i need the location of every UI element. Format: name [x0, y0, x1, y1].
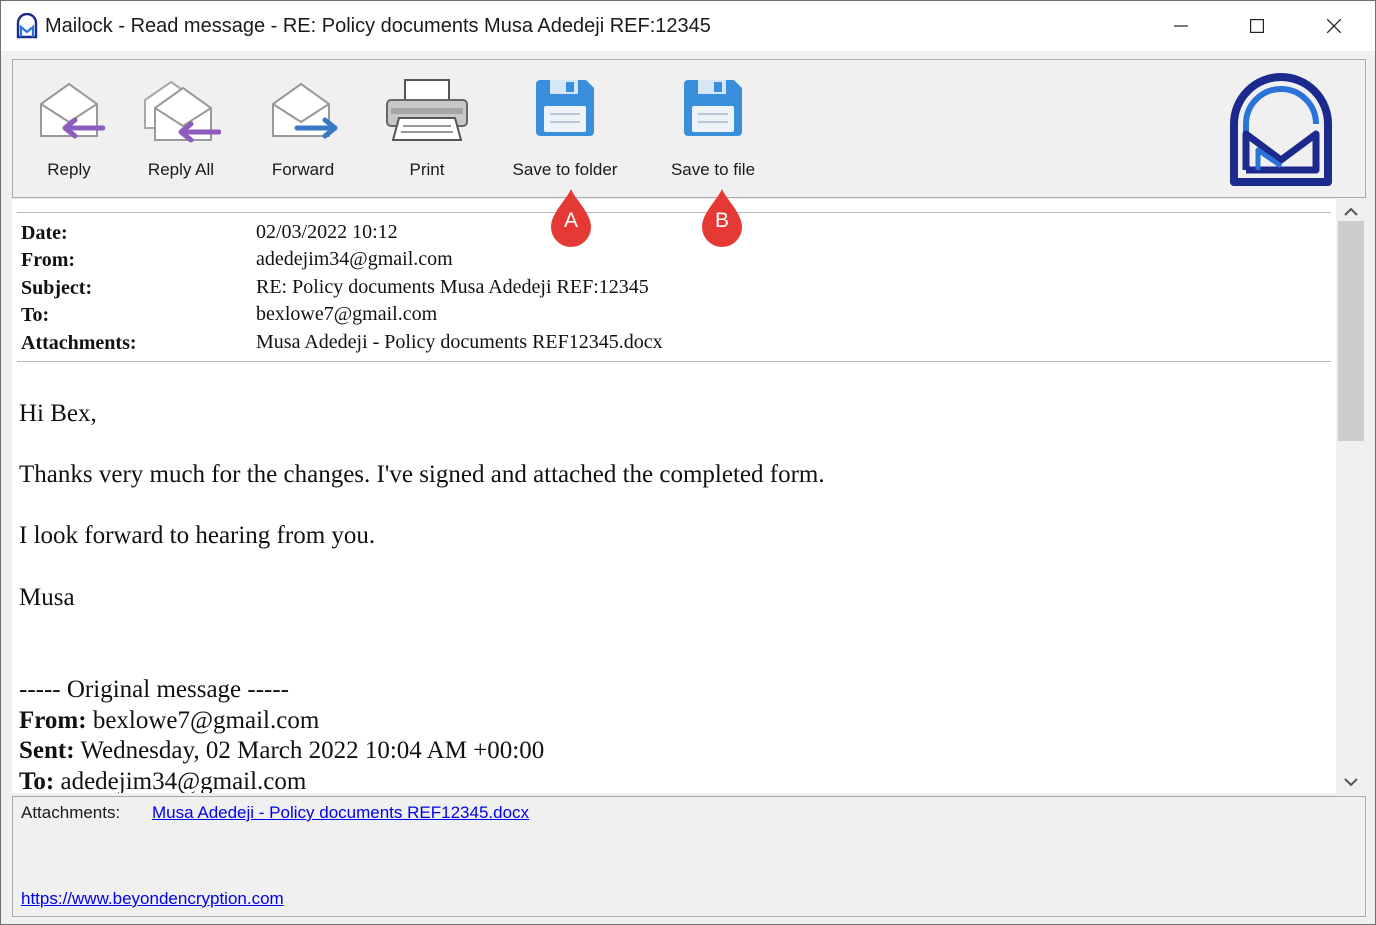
body-line-2: I look forward to hearing from you. — [19, 522, 376, 549]
body-signoff: Musa — [19, 584, 75, 611]
print-button[interactable]: Print — [385, 60, 469, 197]
original-sent: Sent: Wednesday, 02 March 2022 10:04 AM … — [19, 737, 544, 765]
reply-label: Reply — [47, 160, 91, 179]
reply-icon — [40, 82, 105, 139]
chevron-up-icon[interactable] — [1344, 205, 1358, 219]
callout-a: A — [549, 191, 593, 253]
mailock-app-icon — [16, 13, 38, 39]
save-to-folder-label: Save to folder — [512, 160, 618, 179]
attachments-panel-label: Attachments: — [21, 803, 121, 822]
callout-b-letter: B — [714, 209, 729, 232]
attachments-panel: Attachments: Musa Adedeji - Policy docum… — [12, 796, 1366, 917]
callout-a-letter: A — [563, 209, 578, 232]
date-value: 02/03/2022 10:12 — [256, 221, 398, 243]
original-from-value: bexlowe7@gmail.com — [92, 707, 320, 734]
reply-all-button[interactable]: Reply All — [137, 60, 225, 197]
chevron-down-icon[interactable] — [1344, 775, 1358, 789]
original-to: To: adedejim34@gmail.com — [19, 768, 306, 793]
original-sent-label: Sent: — [19, 737, 75, 764]
original-sent-value: Wednesday, 02 March 2022 10:04 AM +00:00 — [80, 737, 545, 764]
from-value: adedejim34@gmail.com — [256, 248, 453, 270]
subject-label: Subject: — [21, 277, 93, 299]
reply-all-label: Reply All — [147, 160, 215, 179]
original-from-label: From: — [19, 707, 87, 734]
attachments-label: Attachments: — [21, 332, 137, 354]
save-to-file-label: Save to file — [670, 160, 756, 179]
close-button[interactable] — [1296, 1, 1372, 51]
minimize-icon — [1174, 25, 1188, 27]
toolbar: Reply Reply All Forward Print Save to fo… — [12, 59, 1366, 198]
body-greeting: Hi Bex, — [19, 400, 97, 427]
date-label: Date: — [21, 222, 68, 244]
callout-b: B — [700, 191, 744, 253]
original-to-label: To: — [19, 768, 55, 793]
attachments-value: Musa Adedeji - Policy documents REF12345… — [256, 331, 663, 353]
from-label: From: — [21, 249, 76, 271]
forward-button[interactable]: Forward — [261, 60, 345, 197]
close-icon — [1327, 19, 1341, 33]
original-from: From: bexlowe7@gmail.com — [19, 707, 319, 735]
mailock-logo — [1230, 73, 1332, 186]
header-divider-bottom — [17, 361, 1331, 362]
subject-value: RE: Policy documents Musa Adedeji REF:12… — [256, 276, 649, 298]
save-to-folder-button[interactable]: Save to folder — [499, 60, 631, 197]
maximize-button[interactable] — [1219, 1, 1295, 51]
forward-label: Forward — [271, 160, 335, 179]
print-label: Print — [409, 160, 445, 179]
printer-icon — [386, 79, 468, 141]
to-value: bexlowe7@gmail.com — [256, 303, 438, 325]
title-bar: Mailock - Read message - RE: Policy docu… — [1, 1, 1375, 51]
reply-all-icon — [144, 80, 221, 143]
reply-button[interactable]: Reply — [29, 60, 109, 197]
website-link[interactable]: https://www.beyondencryption.com — [21, 889, 284, 909]
forward-icon — [272, 82, 338, 139]
scrollbar-thumb[interactable] — [1338, 221, 1364, 441]
original-separator: ----- Original message ----- — [19, 676, 290, 703]
maximize-icon — [1250, 19, 1264, 33]
vertical-scrollbar[interactable] — [1337, 199, 1365, 793]
attachment-link[interactable]: Musa Adedeji - Policy documents REF12345… — [152, 803, 529, 823]
window-title: Mailock - Read message - RE: Policy docu… — [45, 15, 711, 37]
mailock-window: Mailock - Read message - RE: Policy docu… — [0, 0, 1376, 925]
body-line-1: Thanks very much for the changes. I've s… — [19, 461, 825, 488]
original-to-value: adedejim34@gmail.com — [60, 768, 307, 793]
message-content: Date: 02/03/2022 10:12 From: adedejim34@… — [12, 199, 1336, 793]
floppy-disk-icon — [536, 80, 594, 136]
header-divider-top — [17, 212, 1331, 213]
to-label: To: — [21, 304, 50, 326]
minimize-button[interactable] — [1143, 1, 1219, 51]
floppy-disk-icon — [684, 80, 742, 136]
save-to-file-button[interactable]: Save to file — [657, 60, 769, 197]
